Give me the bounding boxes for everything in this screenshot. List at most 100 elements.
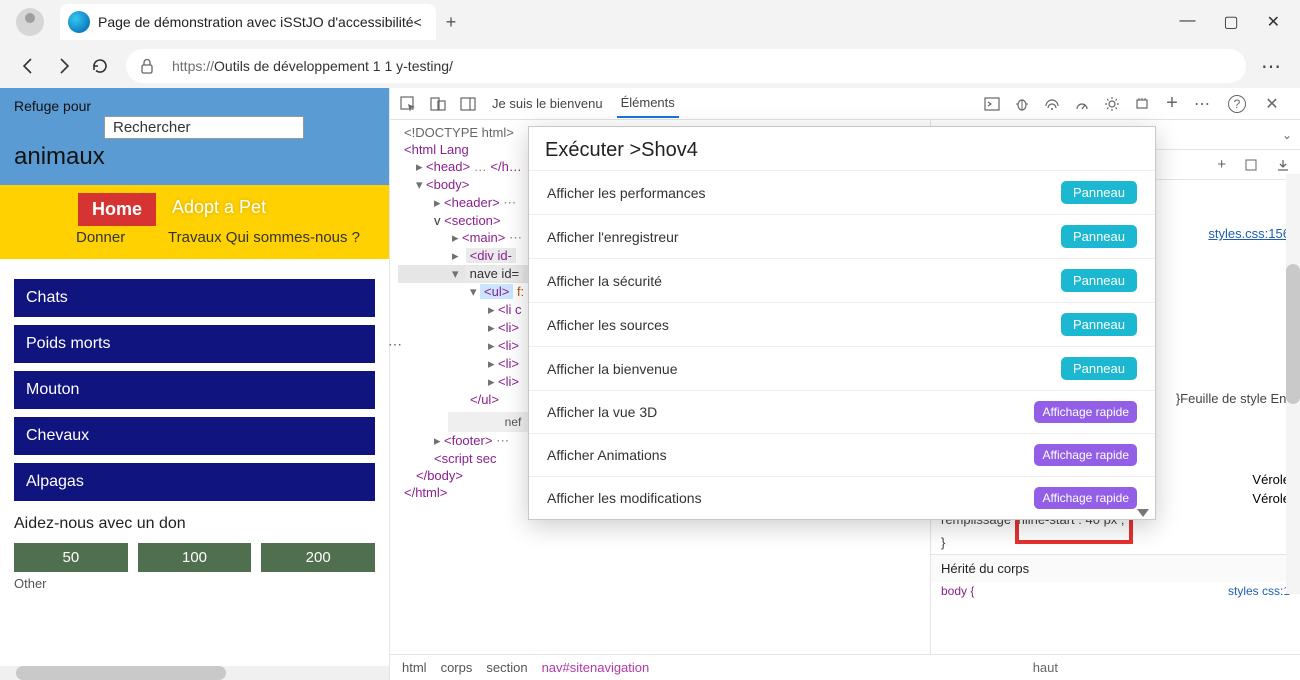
url-scheme: https:// xyxy=(172,58,214,74)
help-icon[interactable]: ? xyxy=(1228,95,1246,113)
url-rest: Outils de développement 1 1 y-testing/ xyxy=(214,58,453,74)
dom-li5: <li> xyxy=(498,374,519,389)
dom-html-close: </html> xyxy=(404,485,447,500)
profile-avatar[interactable] xyxy=(16,8,44,36)
filter-icon[interactable] xyxy=(1244,158,1258,172)
add-rule-button[interactable]: + xyxy=(1217,156,1226,173)
cmd-row-recorder[interactable]: Afficher l'enregistreurPanneau xyxy=(529,214,1155,258)
donate-other: Other xyxy=(14,576,375,591)
dom-div: <div id- xyxy=(470,248,512,263)
dom-body-close: </body> xyxy=(416,468,463,483)
maximize-button[interactable]: ▢ xyxy=(1223,12,1238,32)
crumb-nav[interactable]: nav#sitenavigation xyxy=(542,660,650,675)
crumb-section[interactable]: section xyxy=(486,660,527,675)
command-menu[interactable]: Exécuter >Shov4 Afficher les performance… xyxy=(528,126,1156,520)
close-button[interactable]: ✕ xyxy=(1267,12,1280,32)
style-link-2[interactable]: styles css:1 xyxy=(1228,584,1290,598)
new-tab-button[interactable]: + xyxy=(446,12,457,33)
inspect-icon[interactable] xyxy=(396,92,420,116)
devtools-menu-button[interactable]: ⋯ xyxy=(1190,92,1214,116)
address-bar[interactable]: https:// Outils de développement 1 1 y-t… xyxy=(126,49,1246,83)
page-header: Refuge pour Rechercher animaux xyxy=(0,88,389,185)
browser-menu-button[interactable]: ⋯ xyxy=(1254,48,1290,84)
console-icon[interactable] xyxy=(980,92,1004,116)
dom-script: <script sec xyxy=(434,451,497,466)
chevron-down-icon[interactable]: ⌄ xyxy=(1282,128,1292,142)
donate-50[interactable]: 50 xyxy=(14,543,128,572)
inherited-label: Hérité du corps xyxy=(931,554,1300,582)
nav-donate[interactable]: Donner xyxy=(76,229,125,246)
lock-icon xyxy=(140,58,154,74)
dom-footer: <footer> xyxy=(444,433,492,448)
search-input[interactable]: Rechercher xyxy=(104,116,304,139)
brace: } xyxy=(931,531,1300,554)
donate-title: Aidez-nous avec un don xyxy=(14,515,375,533)
styles-vscroll-thumb[interactable] xyxy=(1286,264,1300,404)
page-body: Chats Poids morts Mouton Chevaux Alpagas… xyxy=(0,259,389,599)
main-area: Refuge pour Rechercher animaux Home Adop… xyxy=(0,88,1300,680)
cmd-row-sources[interactable]: Afficher les sourcesPanneau xyxy=(529,302,1155,346)
minimize-button[interactable]: — xyxy=(1179,12,1195,32)
dom-li4: <li> xyxy=(498,356,519,371)
cmd-row-perf[interactable]: Afficher les performancesPanneau xyxy=(529,170,1155,214)
cmd-row-welcome[interactable]: Afficher la bienvenuePanneau xyxy=(529,346,1155,390)
network-icon[interactable] xyxy=(1040,92,1064,116)
donate-100[interactable]: 100 xyxy=(138,543,252,572)
page-navbar: Home Adopt a Pet Donner Travaux Qui somm… xyxy=(0,185,389,259)
devtools-close-button[interactable]: ✕ xyxy=(1260,92,1284,116)
dom-head: <head> xyxy=(426,159,470,174)
category-sheep[interactable]: Mouton xyxy=(14,371,375,409)
devtools-tabs: Je suis le bienvenu Éléments + ⋯ ? ✕ xyxy=(390,88,1300,120)
export-icon[interactable] xyxy=(1276,158,1290,172)
category-dead[interactable]: Poids morts xyxy=(14,325,375,363)
category-horses[interactable]: Chevaux xyxy=(14,417,375,455)
window-titlebar: Page de démonstration avec iSStJO d'acce… xyxy=(0,0,1300,44)
donate-row: 50 100 200 xyxy=(14,543,375,572)
bug-icon[interactable] xyxy=(1010,92,1034,116)
dom-li-a: <li c xyxy=(498,302,521,317)
dom-li3: <li> xyxy=(498,338,519,353)
row-menu-icon[interactable]: ⋯ xyxy=(388,336,402,353)
forward-button[interactable] xyxy=(46,48,82,84)
category-alpacas[interactable]: Alpagas xyxy=(14,463,375,501)
crumb-html[interactable]: html xyxy=(402,660,427,675)
cmd-row-security[interactable]: Afficher la sécuritéPanneau xyxy=(529,258,1155,302)
dom-ul: <ul> xyxy=(484,284,509,299)
add-tab-button[interactable]: + xyxy=(1160,92,1184,116)
nav-home[interactable]: Home xyxy=(78,193,156,226)
donate-200[interactable]: 200 xyxy=(261,543,375,572)
shelter-line-a: Refuge pour xyxy=(14,98,375,114)
nav-adopt[interactable]: Adopt a Pet xyxy=(172,197,266,218)
dom-html: <html Lang xyxy=(404,142,469,157)
back-button[interactable] xyxy=(10,48,46,84)
tab-welcome[interactable]: Je suis le bienvenu xyxy=(492,96,603,111)
browser-tab[interactable]: Page de démonstration avec iSStJO d'acce… xyxy=(60,4,436,40)
memory-icon[interactable] xyxy=(1130,92,1154,116)
crumb-body[interactable]: corps xyxy=(441,660,473,675)
page-hscroll-thumb[interactable] xyxy=(16,666,226,680)
cmd-scroll-down-icon[interactable] xyxy=(1137,509,1149,517)
dom-header: <header> xyxy=(444,195,500,210)
dom-nav: nave id= xyxy=(466,266,524,281)
dom-section: <section> xyxy=(444,213,500,228)
dom-main: <main> xyxy=(462,230,505,245)
dom-breadcrumb: html corps section nav#sitenavigation ha… xyxy=(390,654,1300,680)
gear-icon[interactable] xyxy=(1100,92,1124,116)
shelter-line-b: animaux xyxy=(14,143,375,171)
nav-rest[interactable]: Travaux Qui sommes-nous ? xyxy=(168,229,360,246)
refresh-button[interactable] xyxy=(82,48,118,84)
perf-icon[interactable] xyxy=(1070,92,1094,116)
dom-body: <body> xyxy=(426,177,469,192)
device-icon[interactable] xyxy=(426,92,450,116)
category-cats[interactable]: Chats xyxy=(14,279,375,317)
crumb-haut[interactable]: haut xyxy=(1033,660,1058,675)
cmd-row-changes[interactable]: Afficher les modificationsAffichage rapi… xyxy=(529,476,1155,519)
cmd-row-animations[interactable]: Afficher AnimationsAffichage rapide xyxy=(529,433,1155,476)
cmd-row-3dview[interactable]: Afficher la vue 3DAffichage rapide xyxy=(529,390,1155,433)
panel-icon[interactable] xyxy=(456,92,480,116)
command-menu-title: Exécuter >Shov4 xyxy=(529,127,1155,170)
tab-title: Page de démonstration avec iSStJO d'acce… xyxy=(98,14,422,30)
tab-elements[interactable]: Éléments xyxy=(617,89,679,118)
dom-li2: <li> xyxy=(498,320,519,335)
dom-ul-close: </ul> xyxy=(470,392,499,407)
